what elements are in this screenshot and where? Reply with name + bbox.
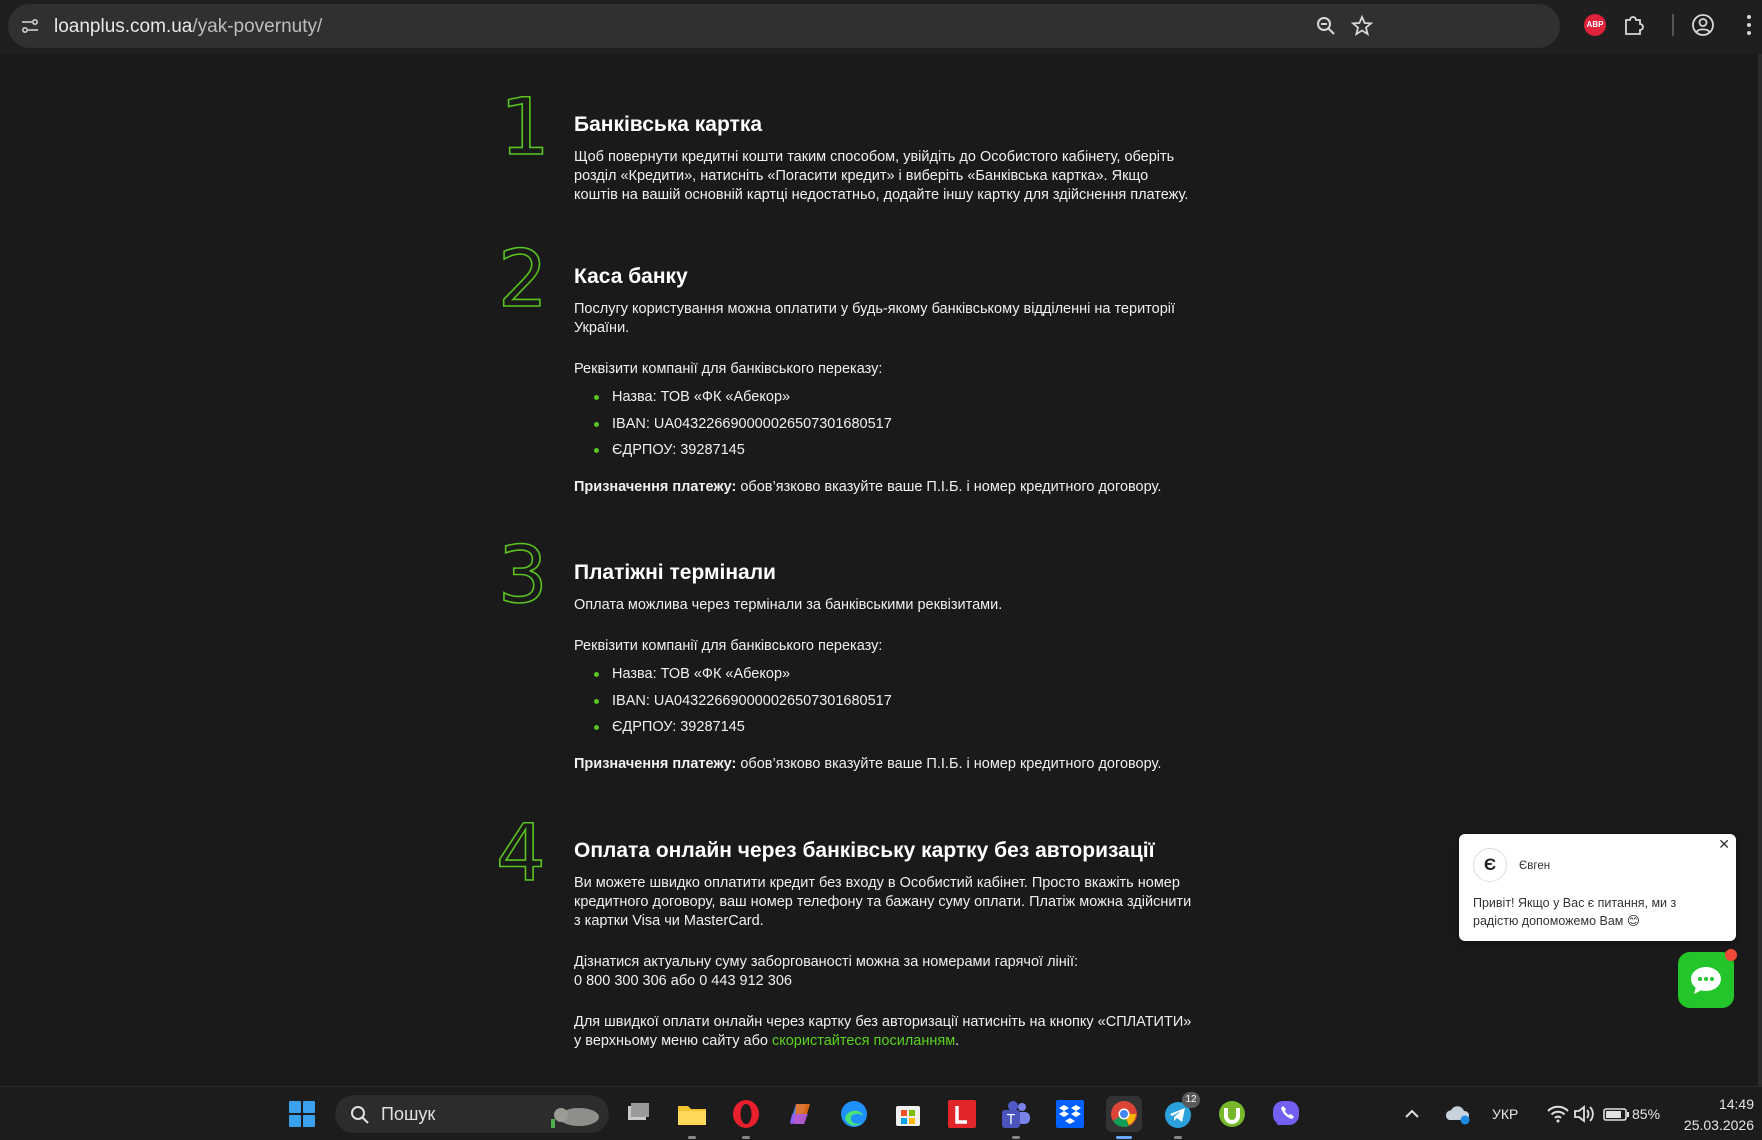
chat-bubble-icon bbox=[1691, 967, 1721, 994]
running-indicator bbox=[742, 1136, 750, 1139]
payment-purpose-text: обов’язково вказуйте ваше П.І.Б. і номер… bbox=[736, 755, 1162, 772]
search-icon bbox=[349, 1104, 371, 1131]
step-title: Оплата онлайн через банківську картку бе… bbox=[574, 839, 1155, 862]
url-host: loanplus.com.ua bbox=[54, 16, 193, 37]
microsoft-store-icon[interactable] bbox=[890, 1096, 926, 1132]
step-number-text: 1 bbox=[500, 83, 550, 173]
adblock-plus-icon[interactable]: ABP bbox=[1584, 14, 1606, 36]
payment-purpose-label: Призначення платежу: bbox=[574, 755, 737, 772]
file-explorer-icon[interactable] bbox=[674, 1096, 710, 1139]
page-scrollbar[interactable] bbox=[1758, 54, 1762, 1086]
step-number: 2 bbox=[497, 234, 548, 326]
requisites-label: Реквізити компанії для банківського пере… bbox=[574, 361, 883, 377]
task-view-icon[interactable] bbox=[620, 1096, 656, 1132]
step-number: 1 bbox=[498, 82, 550, 174]
battery-percent: 85% bbox=[1632, 1106, 1661, 1122]
chat-popup[interactable]: ✕ Є Євген Привіт! Якщо у Вас є питання, … bbox=[1459, 834, 1736, 941]
running-indicator bbox=[1012, 1136, 1020, 1139]
language-indicator[interactable]: УКР bbox=[1492, 1106, 1518, 1122]
notification-badge: 12 bbox=[1182, 1092, 1200, 1108]
copilot-icon[interactable] bbox=[782, 1096, 818, 1132]
requisite-iban: IBAN: UA043226690000026507301680517 bbox=[574, 411, 1194, 438]
requisites-label: Реквізити компанії для банківського пере… bbox=[574, 638, 883, 654]
active-indicator bbox=[1116, 1136, 1132, 1139]
step-number-text: 3 bbox=[498, 531, 548, 621]
payment-purpose: Призначення платежу: обов’язково вказуйт… bbox=[574, 755, 1194, 774]
chat-open-button[interactable] bbox=[1678, 952, 1734, 1008]
hotline-text: Дізнатися актуальну суму заборгованості … bbox=[574, 954, 1079, 970]
extensions-icon[interactable] bbox=[1620, 12, 1646, 38]
edge-icon[interactable] bbox=[836, 1096, 872, 1132]
search-highlight-image bbox=[547, 1101, 603, 1134]
quickpay-link[interactable]: скористайтеся посиланням bbox=[772, 1033, 955, 1049]
site-settings-icon[interactable] bbox=[20, 16, 40, 36]
profile-icon[interactable] bbox=[1690, 12, 1716, 38]
step-number: 4 bbox=[495, 808, 546, 900]
zoom-icon[interactable] bbox=[1314, 14, 1338, 38]
requisite-name: Назва: ТОВ «ФК «Абекор» bbox=[574, 661, 1194, 688]
opera-icon[interactable] bbox=[728, 1096, 764, 1139]
payment-purpose-text: обов’язково вказуйте ваше П.І.Б. і номер… bbox=[736, 478, 1162, 495]
quickpay-text-end: . bbox=[955, 1033, 960, 1049]
step-title: Банківська картка bbox=[574, 113, 763, 136]
step-text: Оплата можлива через термінали за банків… bbox=[574, 597, 1003, 613]
toolbar-separator bbox=[1672, 14, 1674, 36]
battery-icon[interactable] bbox=[1598, 1096, 1634, 1132]
viber-icon[interactable] bbox=[1268, 1096, 1304, 1132]
running-indicator bbox=[1174, 1136, 1182, 1139]
requisite-edrpou: ЄДРПОУ: 39287145 bbox=[574, 714, 1194, 741]
step-number-text: 4 bbox=[496, 809, 546, 899]
step-text: Ви можете швидко оплатити кредит без вхо… bbox=[574, 875, 1192, 929]
requisites-list: Назва: ТОВ «ФК «Абекор» IBAN: UA04322669… bbox=[574, 384, 1194, 464]
clock-date[interactable]: 25.03.2026 bbox=[1676, 1117, 1754, 1133]
svg-text:T: T bbox=[1006, 1113, 1015, 1128]
teams-icon[interactable]: T bbox=[998, 1096, 1034, 1139]
windows-taskbar: Пошук T 12 УКР 85% 14:49 25.03.2026 bbox=[0, 1086, 1762, 1140]
payment-purpose-label: Призначення платежу: bbox=[574, 478, 737, 495]
search-placeholder: Пошук bbox=[381, 1104, 436, 1124]
step-number-text: 2 bbox=[498, 235, 548, 325]
browser-toolbar: loanplus.com.ua/yak-povernuty/ ABP bbox=[0, 0, 1762, 54]
avatar: Є bbox=[1473, 848, 1507, 882]
requisites-list: Назва: ТОВ «ФК «Абекор» IBAN: UA04322669… bbox=[574, 661, 1194, 741]
onedrive-icon[interactable] bbox=[1440, 1096, 1476, 1132]
l-app-icon[interactable] bbox=[944, 1096, 980, 1132]
volume-icon[interactable] bbox=[1566, 1096, 1602, 1132]
chat-message: Привіт! Якщо у Вас є питання, ми з радіс… bbox=[1473, 896, 1677, 928]
bookmark-star-icon[interactable] bbox=[1350, 14, 1374, 38]
utorrent-icon[interactable] bbox=[1214, 1096, 1250, 1132]
menu-dots-icon[interactable] bbox=[1736, 12, 1762, 38]
dropbox-icon[interactable] bbox=[1052, 1096, 1088, 1132]
chrome-icon[interactable] bbox=[1106, 1096, 1142, 1139]
hotline-numbers: 0 800 300 306 або 0 443 912 306 bbox=[574, 973, 792, 989]
chevron-up-icon[interactable] bbox=[1394, 1096, 1430, 1132]
windows-start-icon[interactable] bbox=[284, 1096, 320, 1132]
address-bar[interactable]: loanplus.com.ua/yak-povernuty/ bbox=[8, 4, 1560, 48]
running-indicator bbox=[688, 1136, 696, 1139]
close-icon[interactable]: ✕ bbox=[1718, 836, 1730, 853]
step-text: Щоб повернути кредитні кошти таким спосо… bbox=[574, 149, 1189, 203]
taskbar-search[interactable]: Пошук bbox=[335, 1095, 609, 1133]
step-text: Послугу користування можна оплатити у бу… bbox=[574, 301, 1176, 336]
requisite-iban: IBAN: UA043226690000026507301680517 bbox=[574, 688, 1194, 715]
quickpay-text: Для швидкої оплати онлайн через картку б… bbox=[574, 1013, 1194, 1051]
payment-purpose: Призначення платежу: обов’язково вказуйт… bbox=[574, 478, 1194, 497]
url-path: /yak-povernuty/ bbox=[192, 16, 323, 37]
telegram-icon[interactable]: 12 bbox=[1160, 1092, 1200, 1139]
url-text[interactable]: loanplus.com.ua/yak-povernuty/ bbox=[54, 16, 322, 38]
requisite-edrpou: ЄДРПОУ: 39287145 bbox=[574, 437, 1194, 464]
chat-notification-dot bbox=[1725, 949, 1737, 961]
step-number: 3 bbox=[497, 530, 548, 622]
step-title: Каса банку bbox=[574, 265, 688, 288]
clock-time[interactable]: 14:49 bbox=[1706, 1096, 1754, 1112]
chat-agent-name: Євген bbox=[1519, 860, 1551, 872]
requisite-name: Назва: ТОВ «ФК «Абекор» bbox=[574, 384, 1194, 411]
step-title: Платіжні термінали bbox=[574, 561, 776, 584]
